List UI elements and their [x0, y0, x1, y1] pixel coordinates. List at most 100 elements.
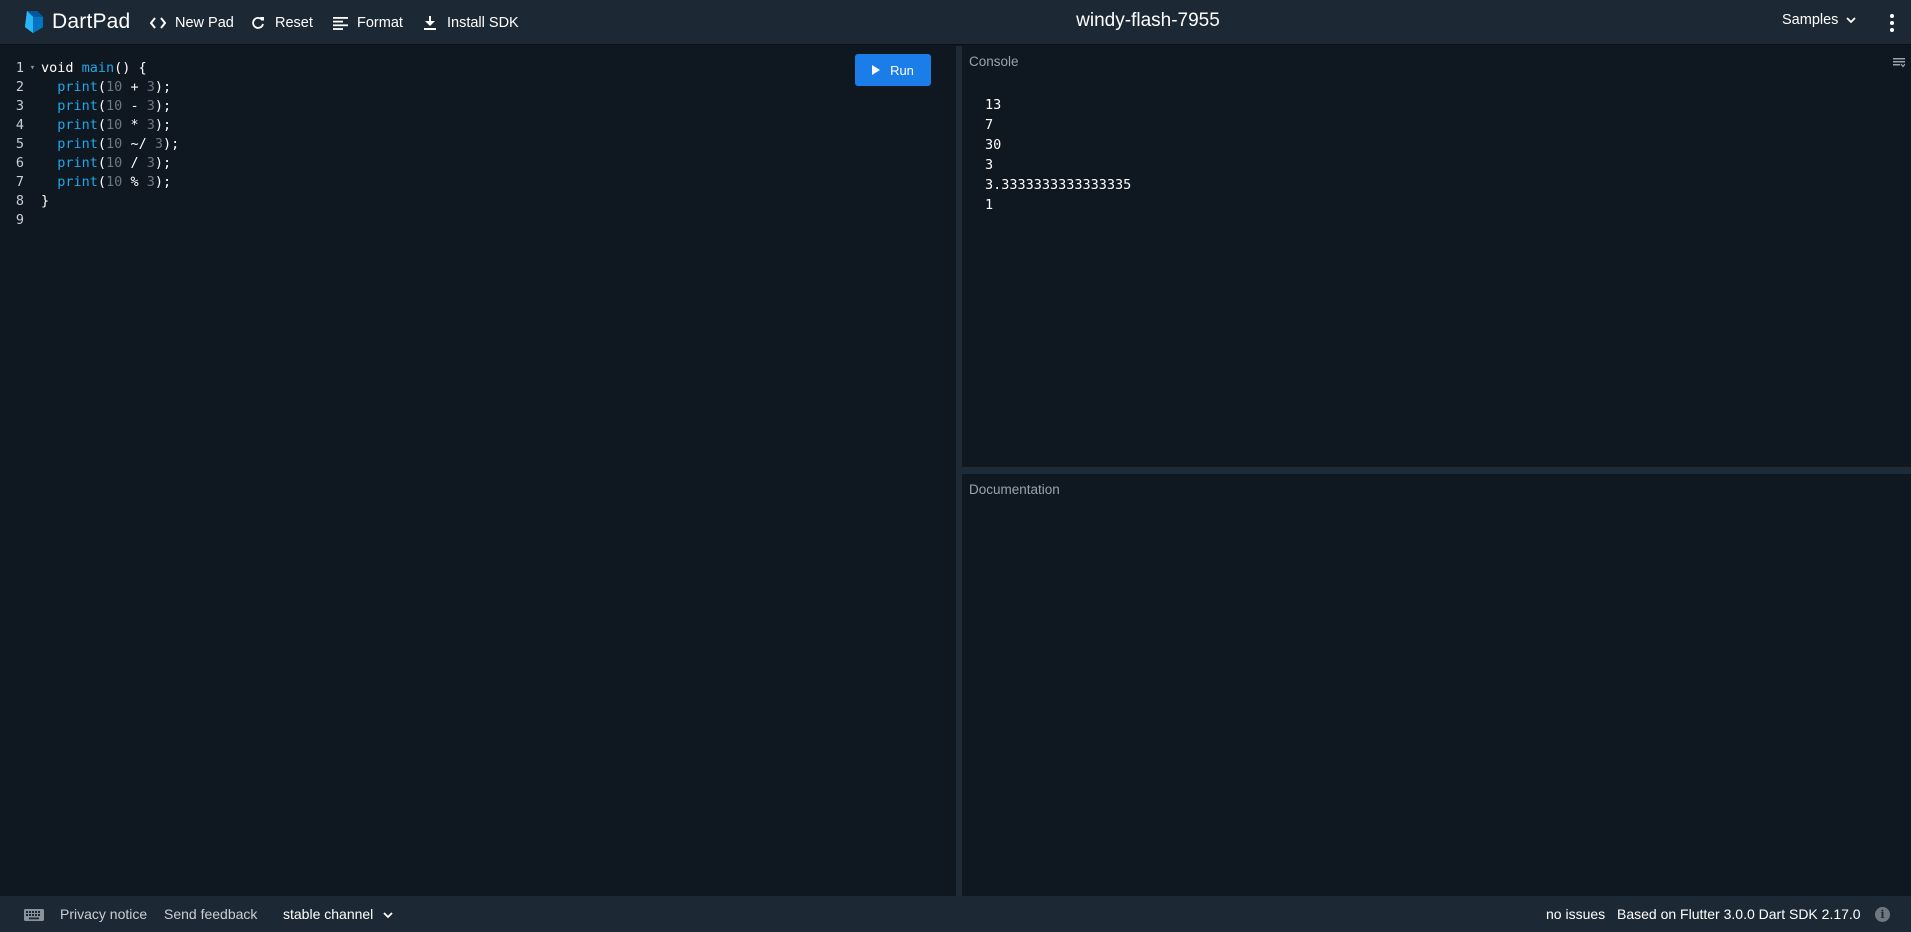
code-token: 10	[106, 79, 123, 95]
code-token: void	[41, 60, 82, 76]
code-line[interactable]: 1 ▾ void main() {	[0, 59, 179, 78]
code-token: 3	[146, 117, 155, 133]
top-bar: DartPad New Pad Reset Format Install SDK…	[0, 0, 1911, 45]
code-line[interactable]: 7 print(10 % 3);	[0, 173, 179, 192]
line-number: 5	[15, 136, 24, 152]
issues-status[interactable]: no issues	[1546, 906, 1605, 922]
samples-dropdown[interactable]: Samples	[1782, 12, 1857, 28]
chevron-down-icon	[1846, 12, 1857, 28]
fold-gutter	[24, 78, 41, 97]
line-number: 9	[15, 212, 24, 228]
channel-dropdown[interactable]: stable channel	[283, 906, 393, 922]
play-icon	[872, 65, 881, 75]
run-button[interactable]: Run	[855, 54, 931, 86]
code-line[interactable]: 8}	[0, 192, 179, 211]
code-token: print	[57, 98, 98, 114]
code-line[interactable]: 4 print(10 * 3);	[0, 116, 179, 135]
code-token: );	[154, 98, 172, 114]
console-line: 13	[985, 97, 1002, 113]
pad-title[interactable]: windy-flash-7955	[1076, 10, 1220, 31]
code-token: print	[57, 155, 98, 171]
samples-label: Samples	[1782, 12, 1839, 28]
code-token: (	[97, 155, 107, 171]
reset-label: Reset	[275, 15, 313, 31]
console-panel: Console 13 7 30 3 3.3333333333333335 1	[962, 46, 1911, 467]
fold-gutter	[24, 173, 41, 192]
fold-gutter	[24, 97, 41, 116]
install-sdk-button[interactable]: Install SDK	[421, 12, 519, 34]
footer: Privacy notice Send feedback stable chan…	[0, 896, 1911, 932]
format-label: Format	[357, 15, 403, 31]
code-token: print	[57, 174, 98, 190]
code-token: print	[57, 79, 98, 95]
code-line[interactable]: 5 print(10 ~/ 3);	[0, 135, 179, 154]
keyboard-icon[interactable]	[24, 908, 44, 921]
code-token: }	[41, 193, 50, 209]
code-token: main	[81, 60, 115, 76]
clear-console-icon[interactable]	[1893, 55, 1906, 68]
line-number: 4	[15, 117, 24, 133]
code-line[interactable]: 9	[0, 211, 179, 230]
code-token: /	[122, 155, 147, 171]
new-pad-label: New Pad	[175, 15, 234, 31]
code-token: ~/	[122, 136, 155, 152]
code-line[interactable]: 2 print(10 + 3);	[0, 78, 179, 97]
code-lines[interactable]: 1 ▾ void main() {2 print(10 + 3); 3 print(1…	[0, 59, 179, 230]
channel-label: stable channel	[283, 906, 374, 922]
code-token: );	[154, 174, 172, 190]
fold-arrow-icon[interactable]: ▾	[24, 59, 41, 78]
code-token: 10	[106, 117, 123, 133]
line-number: 8	[15, 193, 24, 209]
horizontal-splitter[interactable]	[962, 467, 1911, 474]
fold-gutter	[24, 211, 41, 230]
code-editor[interactable]: 1 ▾ void main() {2 print(10 + 3); 3 print(1…	[0, 46, 956, 896]
code-token: (	[97, 79, 107, 95]
console-title: Console	[969, 54, 1019, 69]
reset-button[interactable]: Reset	[249, 12, 313, 34]
format-button[interactable]: Format	[331, 12, 403, 34]
refresh-icon	[249, 14, 267, 32]
code-brackets-icon	[149, 14, 167, 32]
code-token: +	[122, 79, 147, 95]
privacy-notice-link[interactable]: Privacy notice	[60, 906, 147, 922]
run-label: Run	[890, 62, 914, 78]
more-vert-icon[interactable]	[1886, 12, 1898, 34]
code-token: );	[162, 136, 180, 152]
send-feedback-link[interactable]: Send feedback	[164, 906, 257, 922]
logo[interactable]: DartPad	[22, 9, 130, 35]
line-number: 6	[15, 155, 24, 171]
code-token: *	[122, 117, 147, 133]
code-token: );	[154, 117, 172, 133]
info-icon[interactable]: i	[1875, 907, 1890, 922]
console-line: 7	[985, 117, 994, 133]
console-output: 13 7 30 3 3.3333333333333335 1	[985, 95, 1131, 215]
code-token: print	[57, 136, 98, 152]
code-token: 3	[154, 136, 163, 152]
code-token: 3	[146, 79, 155, 95]
code-line[interactable]: 3 print(10 - 3);	[0, 97, 179, 116]
code-token: 3	[146, 155, 155, 171]
code-token: (	[97, 117, 107, 133]
new-pad-button[interactable]: New Pad	[149, 12, 234, 34]
code-token: (	[97, 98, 107, 114]
fold-gutter	[24, 135, 41, 154]
documentation-title: Documentation	[969, 482, 1060, 497]
code-token: print	[57, 117, 98, 133]
documentation-panel: Documentation	[962, 474, 1911, 896]
line-number: 2	[15, 79, 24, 95]
version-info: Based on Flutter 3.0.0 Dart SDK 2.17.0	[1617, 906, 1861, 922]
console-line: 3	[985, 157, 994, 173]
line-number: 7	[15, 174, 24, 190]
code-token: () {	[114, 60, 147, 76]
fold-gutter	[24, 116, 41, 135]
code-token: 10	[106, 98, 123, 114]
code-token: 10	[106, 174, 123, 190]
code-line[interactable]: 6 print(10 / 3);	[0, 154, 179, 173]
code-token: 10	[106, 155, 123, 171]
